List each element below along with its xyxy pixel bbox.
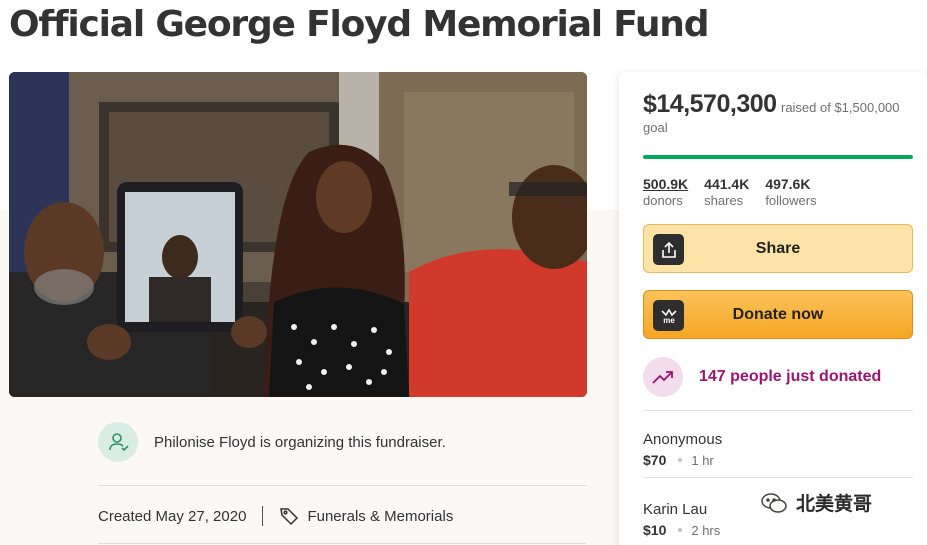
stat-shares: 441.4K shares <box>704 176 749 209</box>
shares-label: shares <box>704 193 744 208</box>
wechat-icon <box>760 491 788 515</box>
donor-name: Anonymous <box>643 431 723 448</box>
trending-up-icon <box>643 357 683 397</box>
donation-amount: $10 <box>643 522 667 538</box>
donate-label: Donate now <box>732 305 824 323</box>
donation-item: Karin Lau $10 2 hrs <box>643 500 720 538</box>
donation-time: 2 hrs <box>691 522 721 538</box>
donation-sidebar: $14,570,300 raised of $1,500,000 goal 50… <box>619 72 927 545</box>
card-divider <box>643 477 913 478</box>
followers-label: followers <box>765 193 817 208</box>
gofundme-icon: me <box>653 300 684 331</box>
hero-image[interactable] <box>9 72 587 397</box>
progress-bar <box>643 155 913 159</box>
donors-label: donors <box>643 193 683 208</box>
donor-name: Karin Lau <box>643 501 708 518</box>
page-title: Official George Floyd Memorial Fund <box>9 4 709 45</box>
card-divider <box>643 410 913 411</box>
stat-followers: 497.6K followers <box>765 176 816 209</box>
raised-amount: $14,570,300 <box>643 90 777 118</box>
family-photo <box>9 72 587 397</box>
recent-donations-text: 147 people just donated <box>699 368 882 385</box>
stats-row: 500.9K donors 441.4K shares 497.6K follo… <box>643 176 817 209</box>
donation-time: 1 hr <box>691 452 714 468</box>
stat-donors[interactable]: 500.9K donors <box>643 176 688 209</box>
svg-text:me: me <box>663 316 675 325</box>
separator-dot <box>678 528 683 532</box>
watermark-text: 北美黄哥 <box>796 494 873 515</box>
organizer-text: Philonise Floyd is organizing this fundr… <box>154 433 446 451</box>
shares-count: 441.4K <box>704 176 750 192</box>
raised-summary: $14,570,300 raised of $1,500,000 goal <box>643 92 915 138</box>
section-divider <box>98 485 586 486</box>
tag-icon <box>279 506 299 526</box>
followers-count: 497.6K <box>765 176 811 192</box>
section-divider-bottom <box>98 543 586 544</box>
separator-dot <box>678 458 683 462</box>
donation-item: Anonymous $70 1 hr <box>643 430 722 468</box>
fundraiser-meta: Created May 27, 2020 Funerals & Memorial… <box>98 503 453 529</box>
progress-fill <box>643 155 913 159</box>
category-link[interactable]: Funerals & Memorials <box>307 508 453 525</box>
donation-amount: $70 <box>643 452 667 468</box>
created-date: Created May 27, 2020 <box>98 507 247 525</box>
recent-donations-banner: 147 people just donated <box>643 357 881 397</box>
share-label: Share <box>755 239 801 257</box>
organizer-row: Philonise Floyd is organizing this fundr… <box>98 418 586 466</box>
organizer-icon <box>98 422 138 462</box>
share-button[interactable]: Share <box>643 224 913 273</box>
share-icon <box>653 234 684 265</box>
donate-now-button[interactable]: me Donate now <box>643 290 913 339</box>
meta-separator <box>262 506 264 526</box>
watermark: 北美黄哥 <box>760 489 872 516</box>
donors-count[interactable]: 500.9K <box>643 176 688 193</box>
